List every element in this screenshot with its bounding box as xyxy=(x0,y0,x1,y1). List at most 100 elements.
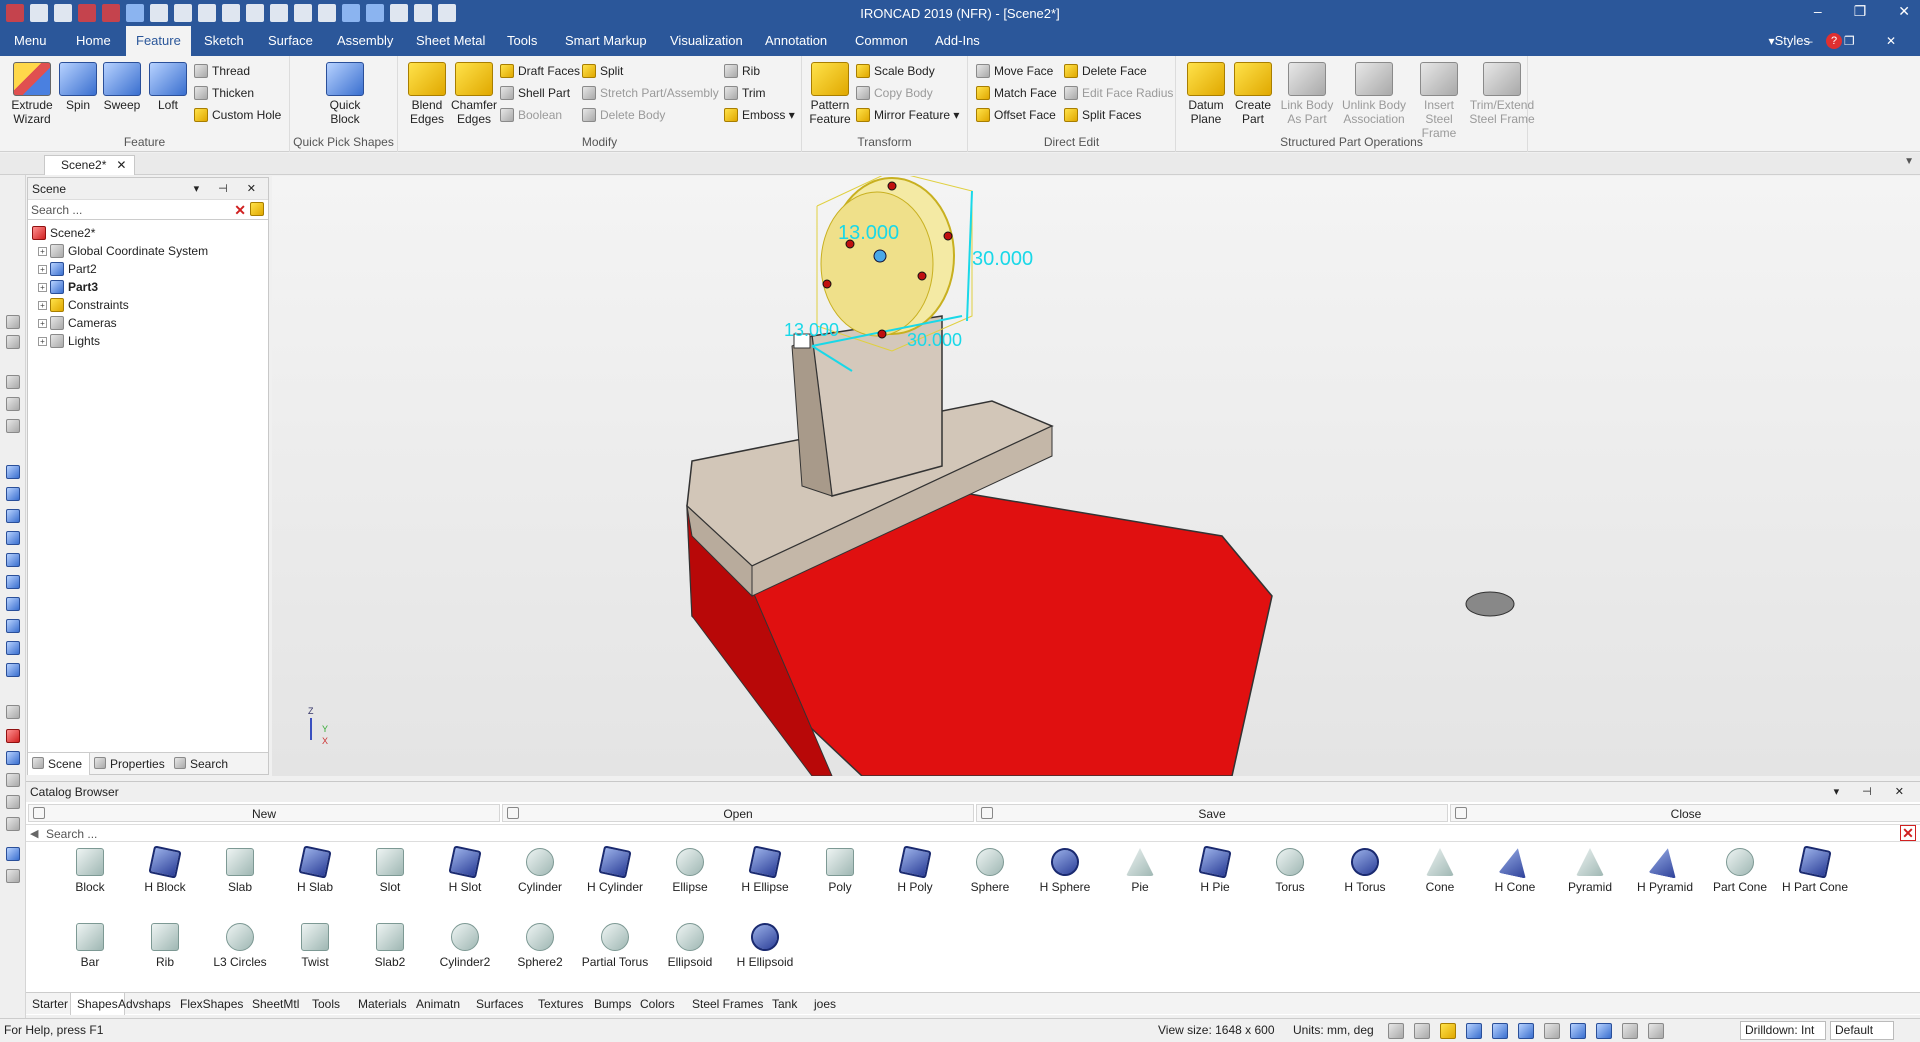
catalog-tab-sheetmtl[interactable]: SheetMtl xyxy=(246,993,305,1015)
tab-tools[interactable]: Tools xyxy=(497,26,547,56)
catalog-item-cylinder[interactable]: Cylinder xyxy=(500,844,580,902)
trim-extend-steel-frame-button[interactable]: Trim/Extend Steel Frame xyxy=(1468,62,1536,126)
match-face-button[interactable]: Match Face xyxy=(976,84,1057,102)
insert-steel-frame-button[interactable]: Insert Steel Frame xyxy=(1410,62,1468,140)
handle-center[interactable] xyxy=(917,271,927,281)
catalog-tab-tank[interactable]: Tank xyxy=(766,993,803,1015)
split-button[interactable]: Split xyxy=(582,62,623,80)
tab-home[interactable]: Home xyxy=(66,26,121,56)
tree-item-constraints[interactable]: + Constraints xyxy=(32,296,268,314)
sketch-icon-1[interactable] xyxy=(6,705,20,719)
handle-bottom[interactable] xyxy=(877,329,887,339)
tab-menu[interactable]: Menu xyxy=(4,26,57,56)
catalog-item-cylinder2[interactable]: Cylinder2 xyxy=(425,919,505,977)
catalog-item-partial-torus[interactable]: Partial Torus xyxy=(575,919,655,977)
catalog-search-input[interactable]: ◀ Search ... ✕ xyxy=(26,824,1920,842)
view-icon-6[interactable] xyxy=(6,575,20,589)
unlink-body-button[interactable]: Unlink Body Association xyxy=(1338,62,1410,126)
catalog-item-h-cylinder[interactable]: H Cylinder xyxy=(575,844,655,902)
expand-icon[interactable]: + xyxy=(38,319,47,328)
catalog-item-ellipsoid[interactable]: Ellipsoid xyxy=(650,919,730,977)
chamfer-edges-button[interactable]: Chamfer Edges xyxy=(450,62,498,126)
catalog-clear-search-icon[interactable]: ✕ xyxy=(1900,825,1916,841)
extrude-wizard-button[interactable]: Extrude Wizard xyxy=(6,62,58,126)
expand-icon[interactable]: + xyxy=(38,247,47,256)
tree-item-part2[interactable]: + Part2 xyxy=(32,260,268,278)
catalog-item-h-slab[interactable]: H Slab xyxy=(275,844,355,902)
tab-scene[interactable]: Scene xyxy=(28,753,90,775)
handle-top[interactable] xyxy=(887,181,897,191)
doc-tab-scene2[interactable]: Scene2* ✕ xyxy=(44,155,136,175)
sketch-icon-6[interactable] xyxy=(6,817,20,831)
catalog-item-pyramid[interactable]: Pyramid xyxy=(1550,844,1630,902)
expand-icon[interactable]: + xyxy=(38,283,47,292)
sketch-icon-8[interactable] xyxy=(6,869,20,883)
handle-lower-left[interactable] xyxy=(822,279,832,289)
catalog-item-slab[interactable]: Slab xyxy=(200,844,280,902)
catalog-item-block[interactable]: Block xyxy=(50,844,130,902)
copy-body-button[interactable]: Copy Body xyxy=(856,84,933,102)
thread-button[interactable]: Thread xyxy=(194,62,250,80)
view-icon-9[interactable] xyxy=(6,641,20,655)
handle-right[interactable] xyxy=(943,231,953,241)
catalog-item-l3-circles[interactable]: L3 Circles xyxy=(200,919,280,977)
catalog-item-h-block[interactable]: H Block xyxy=(125,844,205,902)
back-arrow-icon[interactable]: ◀ xyxy=(30,827,38,840)
dimension-label-4[interactable]: 30.000 xyxy=(907,330,962,351)
zoom-fit-icon[interactable] xyxy=(1414,1023,1430,1039)
restore-button[interactable]: ❐ xyxy=(1854,3,1867,20)
split-faces-button[interactable]: Split Faces xyxy=(1064,106,1141,124)
catalog-tab-animatn[interactable]: Animatn xyxy=(410,993,466,1015)
catalog-item-h-poly[interactable]: H Poly xyxy=(875,844,955,902)
offset-face-button[interactable]: Offset Face xyxy=(976,106,1056,124)
pointer-icon[interactable] xyxy=(1648,1023,1664,1039)
sketch-icon-5[interactable] xyxy=(6,795,20,809)
catalog-item-bar[interactable]: Bar xyxy=(50,919,130,977)
tab-search[interactable]: Search xyxy=(170,753,240,775)
thicken-button[interactable]: Thicken xyxy=(194,84,254,102)
tab-common[interactable]: Common xyxy=(845,26,918,56)
tool-icon-5[interactable] xyxy=(6,419,20,433)
catalog-item-torus[interactable]: Torus xyxy=(1250,844,1330,902)
drilldown-select[interactable]: Drilldown: Int xyxy=(1740,1021,1826,1040)
draft-faces-button[interactable]: Draft Faces xyxy=(500,62,580,80)
view-cube-icon[interactable] xyxy=(1466,1023,1482,1039)
sweep-button[interactable]: Sweep xyxy=(102,62,142,112)
catalog-tab-flexshapes[interactable]: FlexShapes xyxy=(174,993,249,1015)
view-icon-2[interactable] xyxy=(6,487,20,501)
catalog-item-h-sphere[interactable]: H Sphere xyxy=(1025,844,1105,902)
link-body-button[interactable]: Link Body As Part xyxy=(1276,62,1338,126)
doc-tabs-dropdown-icon[interactable]: ▼ xyxy=(1904,156,1914,167)
catalog-tab-tools[interactable]: Tools xyxy=(306,993,346,1015)
camera-view-icon[interactable] xyxy=(1570,1023,1586,1039)
delete-body-button[interactable]: Delete Body xyxy=(582,106,665,124)
catalog-item-sphere[interactable]: Sphere xyxy=(950,844,1030,902)
catalog-tab-bumps[interactable]: Bumps xyxy=(588,993,637,1015)
tab-visualization[interactable]: Visualization xyxy=(660,26,753,56)
tree-item-lights[interactable]: + Lights xyxy=(32,332,268,350)
catalog-tab-materials[interactable]: Materials xyxy=(352,993,413,1015)
tab-smart-markup[interactable]: Smart Markup xyxy=(555,26,657,56)
dimension-label-2[interactable]: 30.000 xyxy=(972,248,1033,271)
section-icon[interactable] xyxy=(1544,1023,1560,1039)
quick-block-button[interactable]: Quick Block xyxy=(320,62,370,126)
tool-icon-3[interactable] xyxy=(6,375,20,389)
zoom-icon[interactable] xyxy=(1388,1023,1404,1039)
scale-body-button[interactable]: Scale Body xyxy=(856,62,935,80)
select-filter-icon[interactable] xyxy=(1622,1023,1638,1039)
custom-hole-button[interactable]: Custom Hole xyxy=(194,106,281,124)
dimension-label-3[interactable]: 13.000 xyxy=(784,320,839,341)
catalog-item-h-pyramid[interactable]: H Pyramid xyxy=(1625,844,1705,902)
catalog-item-ellipse[interactable]: Ellipse xyxy=(650,844,730,902)
datum-plane-button[interactable]: Datum Plane xyxy=(1182,62,1230,126)
catalog-item-part-cone[interactable]: Part Cone xyxy=(1700,844,1780,902)
mirror-feature-button[interactable]: Mirror Feature ▾ xyxy=(856,106,959,124)
tree-item-scene2[interactable]: Scene2* xyxy=(32,224,268,242)
doc-tab-close-icon[interactable]: ✕ xyxy=(116,158,126,172)
catalog-item-h-torus[interactable]: H Torus xyxy=(1325,844,1405,902)
tab-properties[interactable]: Properties xyxy=(90,753,170,775)
tree-item-part3[interactable]: + Part3 xyxy=(32,278,268,296)
create-part-button[interactable]: Create Part xyxy=(1230,62,1276,126)
style-select[interactable]: Default xyxy=(1830,1021,1894,1040)
catalog-item-slot[interactable]: Slot xyxy=(350,844,430,902)
